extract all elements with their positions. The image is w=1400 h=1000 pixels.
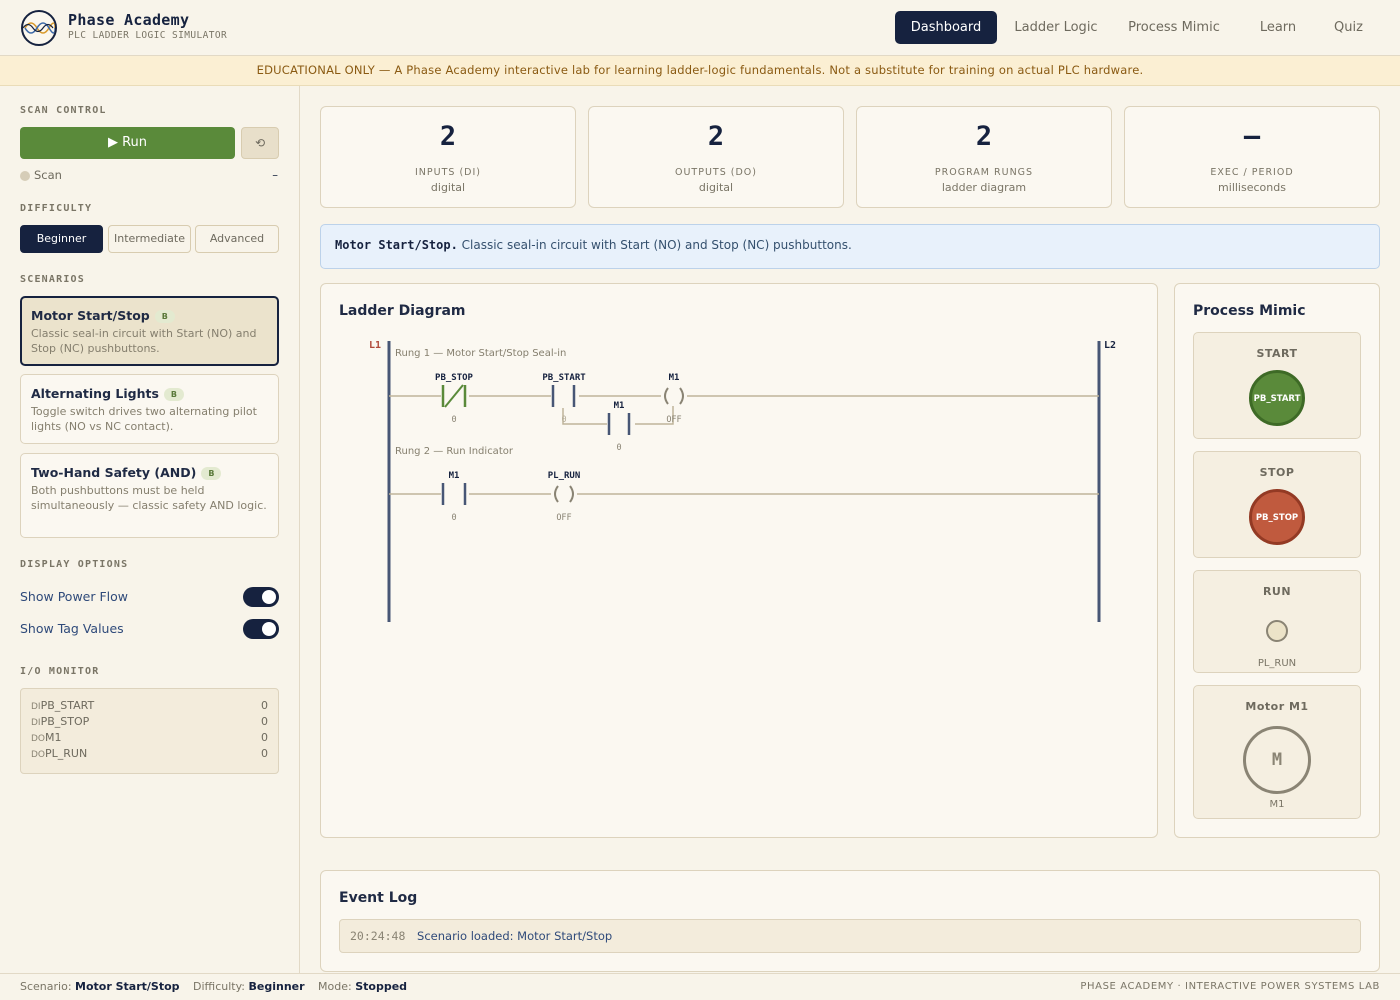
rung-2-no-contact-m1[interactable]: M1 0: [441, 471, 469, 523]
scenario-card-alternating-lights[interactable]: Alternating Lights B Toggle switch drives…: [20, 374, 279, 444]
footer-difficulty: Beginner: [248, 980, 305, 993]
display-options-label: DISPLAY OPTIONS: [20, 559, 129, 570]
io-row: DIPB_STOP 0: [31, 715, 268, 728]
motor-icon: M: [1243, 726, 1311, 794]
scenario-title: Alternating Lights: [31, 386, 159, 401]
rung-1-no-contact-pb-start[interactable]: PB_START: [542, 373, 586, 408]
stat-program-rungs: 2 PROGRAM RUNGS ladder diagram: [856, 106, 1112, 208]
ladder-panel: Ladder Diagram L1 L2 Rung 1 — Motor Star…: [320, 283, 1158, 838]
log-time: 20:24:48: [350, 929, 406, 943]
scenario-card-two-hand-safety[interactable]: Two-Hand Safety (AND) B Both pushbuttons …: [20, 453, 279, 538]
process-mimic-panel: Process Mimic START PB_START STOP PB_STO…: [1174, 283, 1380, 838]
sidebar: SCAN CONTROL ▶ Run ⟲ Scan – DIFFICULTY B…: [0, 86, 300, 973]
rung-1-coil-m1[interactable]: M1 OFF: [661, 373, 687, 425]
scenario-info-text: Classic seal-in circuit with Start (NO) …: [461, 238, 852, 252]
stop-pushbutton[interactable]: PB_STOP: [1249, 489, 1305, 545]
process-mimic-title: Process Mimic: [1193, 303, 1306, 319]
log-message: Scenario loaded: Motor Start/Stop: [417, 929, 613, 943]
stat-inputs: 2 INPUTS (DI) digital: [320, 106, 576, 208]
run-pilot-light-icon: [1266, 620, 1288, 642]
scenario-info-title: Motor Start/Stop.: [335, 238, 458, 252]
rung-1-nc-contact-pb-stop[interactable]: PB_STOP 0: [435, 373, 474, 425]
tag-value: 0: [616, 443, 621, 453]
difficulty-intermediate-button[interactable]: Intermediate: [108, 225, 191, 253]
log-entry: 20:24:48 Scenario loaded: Motor Start/St…: [339, 919, 1361, 953]
scan-label: Scan: [34, 168, 62, 182]
educational-banner: EDUCATIONAL ONLY — A Phase Academy inter…: [0, 56, 1400, 86]
scan-control-label: SCAN CONTROL: [20, 105, 107, 116]
io-monitor: DIPB_START 0 DIPB_STOP 0 DOM1 0 DOPL_RUN 0: [20, 688, 279, 774]
mimic-motor: Motor M1 M M1: [1193, 685, 1361, 819]
mimic-stop: STOP PB_STOP: [1193, 451, 1361, 558]
scenario-card-motor-start-stop[interactable]: Motor Start/Stop B Classic seal-in circui…: [20, 296, 279, 366]
ladder-diagram: L1 L2 Rung 1 — Motor Start/Stop Seal-in …: [369, 340, 1116, 622]
rung-1-branch-no-contact-m1[interactable]: M1 0: [607, 401, 635, 453]
scenario-desc: Both pushbuttons must be held simultaneo…: [31, 484, 267, 512]
tag-label: M1: [669, 373, 680, 383]
tag-value: OFF: [666, 415, 681, 425]
difficulty-badge: B: [163, 388, 184, 401]
tag-label: PL_RUN: [548, 471, 581, 481]
tag-value: 0: [451, 513, 456, 523]
nav-dashboard[interactable]: Dashboard: [895, 11, 997, 44]
difficulty-badge: B: [201, 467, 222, 480]
app-header: Phase Academy PLC LADDER LOGIC SIMULATOR…: [0, 0, 1400, 56]
tag-value: 0: [561, 415, 566, 425]
status-bar: Scenario: Motor Start/Stop Difficulty: B…: [0, 973, 1400, 1000]
scan-value: –: [272, 168, 278, 182]
nav-quiz[interactable]: Quiz: [1325, 11, 1372, 44]
io-monitor-label: I/O MONITOR: [20, 666, 100, 677]
io-row: DIPB_START 0: [31, 699, 268, 712]
tag-value: OFF: [556, 513, 571, 523]
io-row: DOM1 0: [31, 731, 268, 744]
logo-icon: [21, 10, 57, 46]
event-log-panel: Event Log 20:24:48 Scenario loaded: Moto…: [320, 870, 1380, 972]
difficulty-advanced-button[interactable]: Advanced: [195, 225, 279, 253]
app-subtitle: PLC LADDER LOGIC SIMULATOR: [68, 30, 228, 41]
scenario-title: Two-Hand Safety (AND): [31, 465, 197, 480]
reset-button[interactable]: ⟲: [241, 127, 279, 159]
io-row: DOPL_RUN 0: [31, 747, 268, 760]
rail-right-label: L2: [1104, 340, 1116, 351]
scenario-desc: Toggle switch drives two alternating pil…: [31, 405, 257, 433]
run-button[interactable]: ▶ Run: [20, 127, 235, 159]
rung-2-label: Rung 2 — Run Indicator: [395, 446, 514, 457]
footer-mode: Stopped: [355, 980, 408, 993]
difficulty-badge: B: [154, 310, 175, 323]
tag-label: M1: [449, 471, 460, 481]
tag-label: M1: [614, 401, 625, 411]
difficulty-label: DIFFICULTY: [20, 203, 93, 214]
footer-credit: PHASE ACADEMY · INTERACTIVE POWER SYSTEM…: [1080, 981, 1380, 992]
nav-learn[interactable]: Learn: [1250, 11, 1306, 44]
start-pushbutton[interactable]: PB_START: [1249, 370, 1305, 426]
ladder-title: Ladder Diagram: [339, 303, 466, 319]
scan-status-icon: [20, 171, 30, 181]
tag-label: PB_STOP: [435, 373, 474, 383]
difficulty-beginner-button[interactable]: Beginner: [20, 225, 103, 253]
app-title: Phase Academy: [68, 11, 190, 29]
scenarios-label: SCENARIOS: [20, 274, 85, 285]
rail-left-label: L1: [369, 340, 381, 351]
event-log-title: Event Log: [339, 890, 418, 906]
nav-ladder-logic[interactable]: Ladder Logic: [1009, 11, 1103, 44]
stat-exec-period: – EXEC / PERIOD milliseconds: [1124, 106, 1380, 208]
show-tag-values-toggle[interactable]: [243, 619, 279, 639]
scenario-info: Motor Start/Stop. Classic seal-in circui…: [320, 224, 1380, 269]
scenario-title: Motor Start/Stop: [31, 308, 150, 323]
nav-process-mimic[interactable]: Process Mimic: [1126, 11, 1222, 44]
mimic-start: START PB_START: [1193, 332, 1361, 439]
footer-scenario: Motor Start/Stop: [75, 980, 180, 993]
show-power-flow-label: Show Power Flow: [20, 589, 129, 604]
mimic-run: RUN PL_RUN: [1193, 570, 1361, 673]
show-power-flow-toggle[interactable]: [243, 587, 279, 607]
tag-value: 0: [451, 415, 456, 425]
tag-label: PB_START: [542, 373, 586, 383]
rung-2-coil-pl-run[interactable]: PL_RUN OFF: [548, 471, 581, 523]
stat-outputs: 2 OUTPUTS (DO) digital: [588, 106, 844, 208]
show-tag-values-label: Show Tag Values: [20, 621, 124, 636]
scenario-desc: Classic seal-in circuit with Start (NO) …: [31, 327, 257, 355]
rung-1-label: Rung 1 — Motor Start/Stop Seal-in: [395, 348, 566, 359]
